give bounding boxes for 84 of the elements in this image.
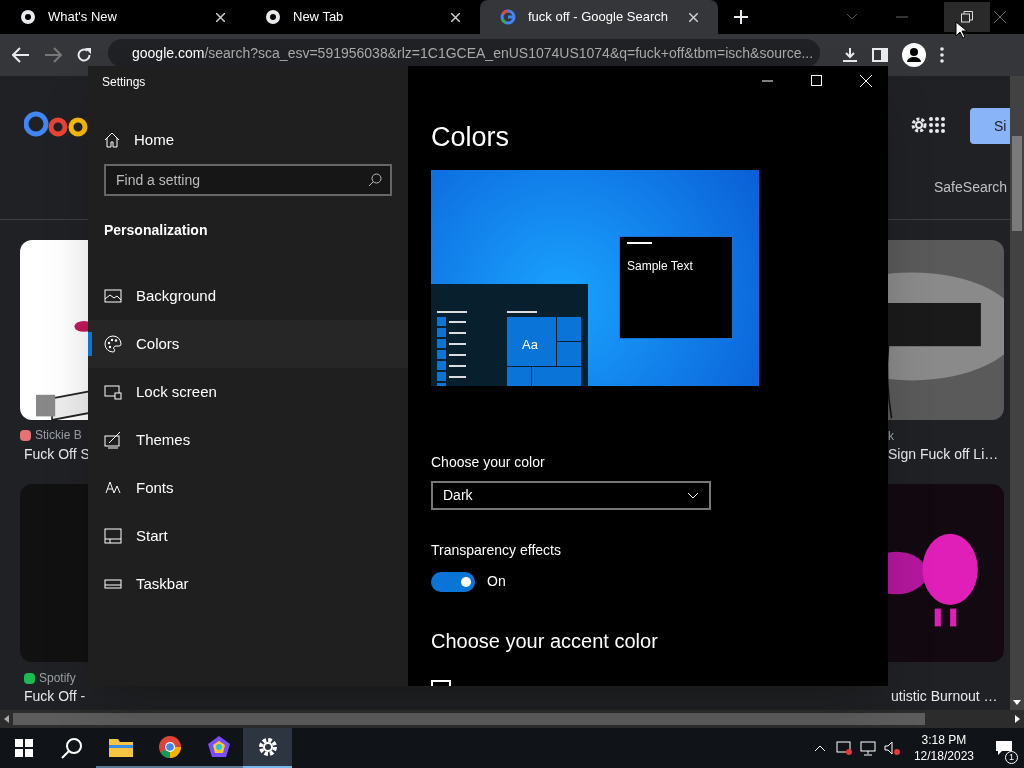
back-icon[interactable] xyxy=(12,47,30,63)
result-title[interactable]: Fuck Off - xyxy=(24,686,86,707)
muted-speaker-icon[interactable] xyxy=(883,740,900,756)
search-icon xyxy=(61,737,83,759)
result-source: Stickie B xyxy=(35,427,82,444)
field-label: Choose your color xyxy=(431,452,546,472)
sample-text: Sample Text xyxy=(627,257,694,275)
chevron-down-icon xyxy=(687,491,699,499)
section-heading: Choose your accent color xyxy=(431,629,659,655)
folder-icon xyxy=(108,737,133,757)
result-title[interactable]: Sign Fuck off Li… xyxy=(888,444,999,465)
nav-item[interactable]: Themes xyxy=(88,416,408,464)
result-source: Spotify xyxy=(39,670,76,687)
download-icon[interactable] xyxy=(842,47,858,63)
toggle-switch[interactable] xyxy=(431,571,475,592)
chrome-icon xyxy=(157,735,182,759)
scrollbar-thumb[interactable] xyxy=(13,713,925,725)
page-heading: Colors xyxy=(431,121,511,155)
result-title[interactable]: utistic Burnout … xyxy=(891,686,998,707)
nav-icon xyxy=(104,431,122,449)
restore-icon xyxy=(961,11,973,23)
search-field[interactable]: Find a setting xyxy=(104,164,392,196)
nav-item[interactable]: Lock screen xyxy=(88,368,408,416)
tile-text: Aa xyxy=(522,335,538,354)
nav-icon xyxy=(104,287,122,305)
url-text: google.com/search?sca_esv=591956038&rlz=1C1GCEA_enUS1074US1074&q=fuck+off&tbm=isch&source... xyxy=(132,43,814,63)
chrome-icon xyxy=(20,9,36,25)
apps-grid-icon[interactable] xyxy=(929,117,945,133)
toggle-state: On xyxy=(487,572,506,592)
network-icon[interactable] xyxy=(859,740,876,756)
chrome-icon xyxy=(265,9,281,25)
scrollbar-thumb[interactable] xyxy=(1012,136,1022,231)
close-tab-icon[interactable] xyxy=(689,12,698,22)
pentagon-app-icon xyxy=(206,735,231,759)
site-favicon-icon xyxy=(20,429,31,441)
settings-icon[interactable] xyxy=(909,115,929,135)
menu-icon[interactable] xyxy=(940,47,944,63)
home-icon xyxy=(104,132,120,148)
notification-count: 1 xyxy=(1005,751,1018,764)
title-bar-line xyxy=(627,241,652,244)
color-dropdown[interactable]: Dark xyxy=(431,480,711,511)
clock-date[interactable]: 12/18/2023 xyxy=(913,748,974,764)
chevron-up-icon[interactable] xyxy=(813,744,826,752)
new-tab-icon[interactable] xyxy=(734,10,748,24)
side-panel-icon[interactable] xyxy=(872,47,888,63)
nav-item[interactable]: Start xyxy=(88,512,408,560)
safesearch-button[interactable]: SafeSearch xyxy=(934,177,1008,198)
result-source: k xyxy=(888,428,894,445)
checkbox[interactable] xyxy=(431,680,451,686)
windows-icon xyxy=(15,739,33,757)
alert-monitor-icon[interactable] xyxy=(835,740,852,756)
site-favicon-icon xyxy=(24,672,35,684)
nav-item[interactable]: Colors xyxy=(88,320,408,368)
nav-icon xyxy=(104,383,122,401)
clock-time[interactable]: 3:18 PM xyxy=(921,732,967,748)
search-icon xyxy=(368,173,382,187)
notifications-button[interactable]: 1 xyxy=(984,728,1024,768)
window-title: Settings xyxy=(102,74,146,91)
profile-icon[interactable] xyxy=(902,43,926,67)
browser-tab[interactable]: fuck off - Google Search xyxy=(480,0,718,34)
field-label: Transparency effects xyxy=(431,541,562,561)
scroll-down-icon[interactable] xyxy=(1013,700,1021,705)
reload-icon[interactable] xyxy=(76,47,92,63)
nav-icon xyxy=(104,527,122,545)
section-heading: Personalization xyxy=(104,222,208,238)
close-tab-icon[interactable] xyxy=(216,12,225,22)
maximize-icon[interactable] xyxy=(811,75,822,87)
dropdown-icon[interactable] xyxy=(846,13,858,21)
taskbar-button[interactable] xyxy=(243,728,292,768)
google-icon xyxy=(500,9,516,25)
address-bar[interactable]: google.com/search?sca_esv=591956038&rlz=1C1GCEA_enUS1074US1074&q=fuck+off&tbm=isch&source... xyxy=(108,39,820,67)
nav-item[interactable]: Taskbar xyxy=(88,560,408,608)
home-link[interactable]: Home xyxy=(88,120,408,160)
notification-icon xyxy=(995,740,1013,756)
scroll-left-icon[interactable] xyxy=(4,715,9,723)
close-tab-icon[interactable] xyxy=(451,12,460,22)
nav-icon xyxy=(104,335,122,353)
scroll-right-icon[interactable] xyxy=(1015,715,1020,723)
gear-icon xyxy=(256,736,279,758)
sign-in-button[interactable]: Si xyxy=(970,108,1010,144)
selection-indicator xyxy=(88,332,92,356)
restore-button[interactable] xyxy=(944,2,990,32)
nav-item[interactable]: Fonts xyxy=(88,464,408,512)
nav-item[interactable]: Background xyxy=(88,272,408,320)
